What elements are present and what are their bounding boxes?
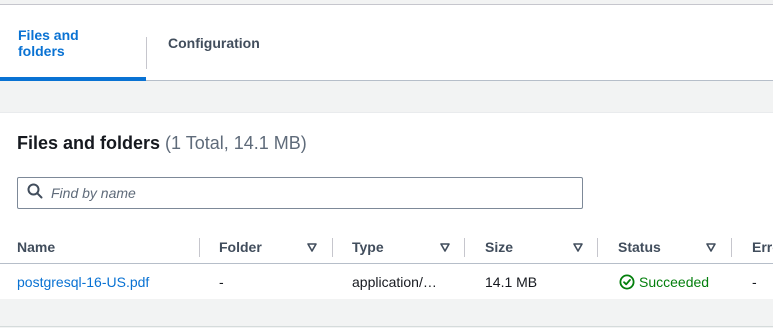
column-resizer[interactable] (199, 238, 200, 257)
tab-label: Configuration (168, 34, 260, 51)
search-icon (27, 183, 43, 204)
tab-divider (146, 37, 147, 69)
column-resizer[interactable] (597, 238, 598, 257)
column-label: Type (352, 239, 384, 255)
status-label: Succeeded (639, 273, 710, 290)
folder-cell: - (219, 273, 224, 290)
tab-configuration[interactable]: Configuration (150, 5, 278, 80)
table-row: postgresql-16-US.pdf - application/… 14.… (0, 264, 773, 299)
status-success-icon (619, 274, 635, 289)
type-cell: application/… (352, 273, 437, 290)
bottom-border (0, 326, 773, 327)
search-field[interactable] (17, 177, 583, 209)
section-counter: (1 Total, 14.1 MB) (165, 133, 307, 153)
column-label: Erro (752, 239, 773, 255)
column-label: Status (618, 239, 661, 255)
caret-down-icon[interactable] (306, 230, 318, 264)
error-cell: - (752, 273, 757, 290)
tab-bar: Files and folders Configuration (0, 5, 773, 81)
container-header: Files and folders (1 Total, 14.1 MB) (17, 133, 307, 154)
tab-label: Files and folders (18, 26, 79, 59)
caret-down-icon[interactable] (572, 230, 584, 264)
column-header-status[interactable]: Status (618, 230, 661, 264)
caret-down-icon[interactable] (705, 230, 717, 264)
size-cell: 14.1 MB (485, 273, 538, 290)
tab-files-and-folders[interactable]: Files and folders (0, 5, 146, 81)
column-header-error[interactable]: Erro (752, 230, 773, 264)
file-name-link[interactable]: postgresql-16-US.pdf (17, 264, 149, 299)
caret-down-icon[interactable] (439, 230, 451, 264)
section-title: Files and folders (17, 133, 161, 153)
column-header-name[interactable]: Name (17, 230, 55, 264)
status-cell: Succeeded (619, 264, 709, 299)
column-resizer[interactable] (731, 238, 732, 257)
files-container: Files and folders (1 Total, 14.1 MB) Nam… (0, 113, 773, 299)
column-label: Size (485, 239, 514, 255)
active-tab-indicator (0, 77, 146, 81)
search-input[interactable] (51, 185, 571, 201)
column-label: Folder (219, 239, 262, 255)
column-resizer[interactable] (332, 238, 333, 257)
column-label: Name (17, 239, 56, 255)
column-header-type[interactable]: Type (352, 230, 384, 264)
column-header-size[interactable]: Size (485, 230, 513, 264)
column-resizer[interactable] (464, 238, 465, 257)
column-header-folder[interactable]: Folder (219, 230, 262, 264)
table-header: Name Folder Type Size Status Erro (0, 230, 773, 264)
